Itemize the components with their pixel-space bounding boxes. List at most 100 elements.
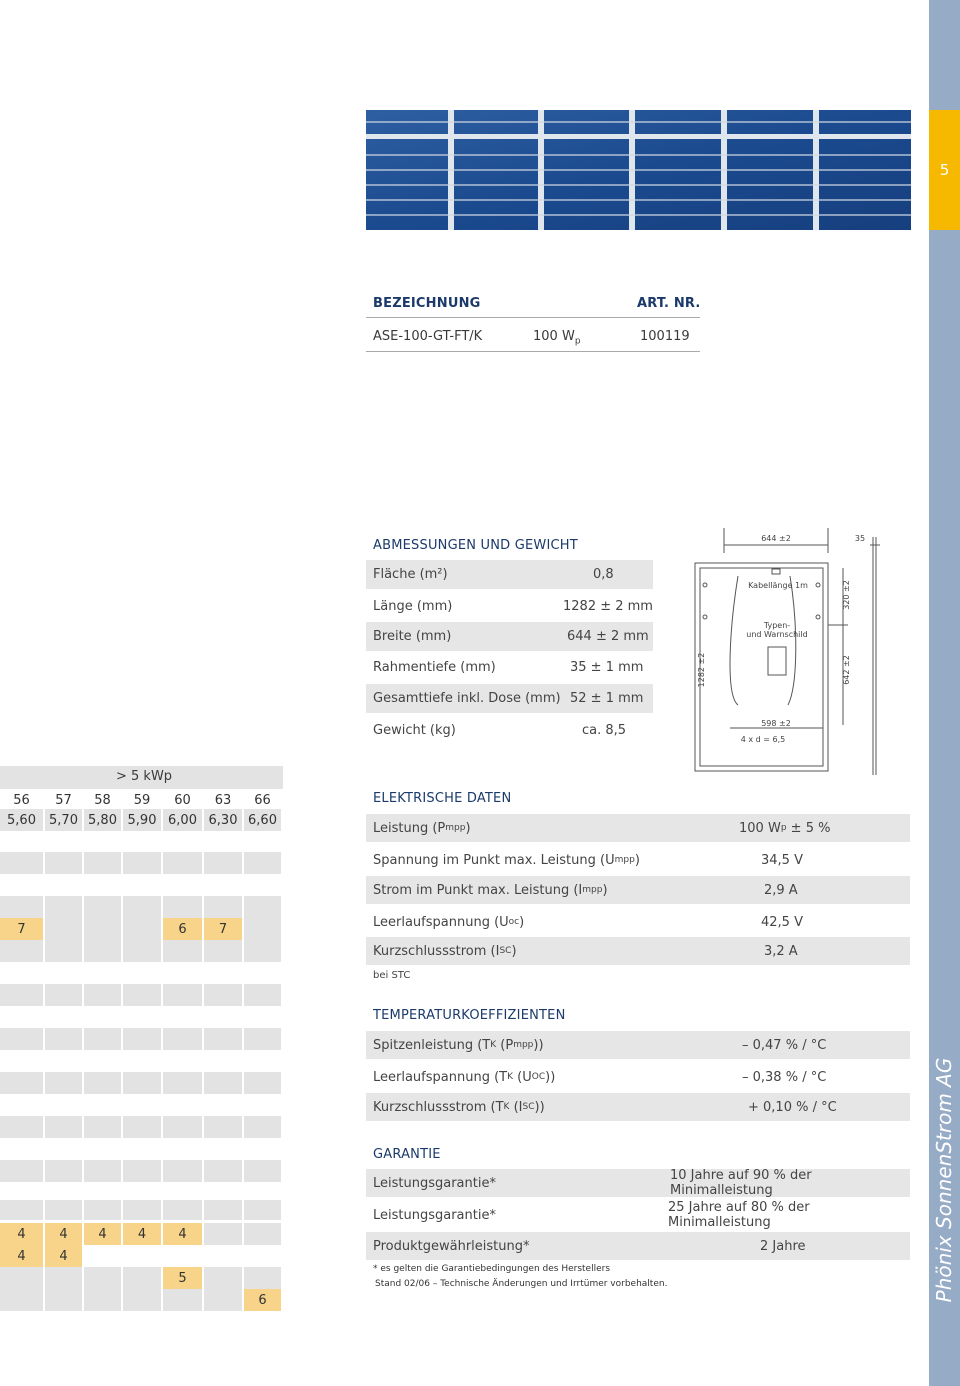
temperature-title: TEMPERATURKOEFFIZIENTEN — [373, 1008, 566, 1023]
warranty-label: Leistungsgarantie* — [373, 1207, 496, 1223]
drawing-inner-width-label: 598 ±2 — [761, 719, 791, 728]
left-table-cell: 6,60 — [244, 809, 283, 831]
dimensions-value: 1282 ± 2 mm — [563, 599, 653, 614]
left-table-empty-row — [0, 1028, 283, 1050]
electrical-row: Leerlaufspannung (U oc) 42,5 V — [366, 908, 910, 936]
dimensions-label: Rahmentiefe (mm) — [373, 660, 496, 675]
left-table-cell — [244, 1223, 283, 1245]
designation-header: BEZEICHNUNG — [373, 296, 481, 311]
left-table-cell — [45, 1289, 84, 1311]
warranty-label: Produktgewährleistung* — [373, 1238, 530, 1254]
dimensions-value: 0,8 — [593, 567, 614, 582]
temperature-label: Leerlaufspannung (T K (U OC)) — [373, 1069, 556, 1085]
left-table-empty-row — [0, 1116, 283, 1138]
temperature-value: – 0,38 % / °C — [742, 1069, 827, 1085]
electrical-label: Kurzschlussstrom (I SC) — [373, 943, 517, 959]
electrical-label: Strom im Punkt max. Leistung (I mpp) — [373, 882, 608, 898]
model-name: ASE-100-GT-FT/K — [373, 329, 483, 344]
left-table-cell — [204, 1267, 244, 1289]
left-table-empty-row — [0, 1160, 283, 1182]
temperature-label: Spitzenleistung (T K (P mpp)) — [373, 1037, 544, 1053]
left-table-cell — [123, 918, 163, 940]
drawing-cable-label: Kabellänge 1m — [748, 581, 808, 590]
left-table-cell — [84, 1267, 123, 1289]
dimensions-row: Rahmentiefe (mm) 35 ± 1 mm — [366, 653, 653, 682]
left-table-row: 5 — [0, 1267, 283, 1289]
left-table-cell: 4 — [0, 1223, 45, 1245]
brand-wordmark: Phönix SonnenStrom AG — [932, 1057, 956, 1303]
left-table-cell: 4 — [45, 1223, 84, 1245]
left-table-cell — [123, 1245, 163, 1267]
dimensions-row: Breite (mm) 644 ± 2 mm — [366, 622, 653, 651]
drawing-depth-label: 35 — [855, 534, 865, 543]
drawing-right-upper-label: 320 ±2 — [842, 580, 851, 610]
dimensions-value: ca. 8,5 — [582, 723, 627, 738]
left-table-cell — [0, 1267, 45, 1289]
left-table-empty-row — [0, 896, 283, 918]
left-table-empty-row — [0, 1072, 283, 1094]
left-table-cell — [204, 1245, 244, 1267]
left-table-row: 4 4 — [0, 1245, 283, 1267]
left-table-cell: 60 — [163, 789, 204, 811]
left-table-header: > 5 kWp — [0, 766, 283, 789]
art-nr-header: ART. NR. — [637, 296, 701, 311]
left-table-cell: 6 — [163, 918, 204, 940]
left-table-cell — [204, 1289, 244, 1311]
left-table-cell: 5,90 — [123, 809, 163, 831]
temperature-value: + 0,10 % / °C — [748, 1099, 837, 1115]
warranty-row: Leistungsgarantie* 10 Jahre auf 90 % der… — [366, 1168, 910, 1198]
left-table-cell: 6 — [244, 1289, 283, 1311]
left-table-row: 5,60 5,70 5,80 5,90 6,00 6,30 6,60 — [0, 809, 283, 831]
designation-divider-bottom — [366, 351, 700, 352]
left-table-cell — [0, 1289, 45, 1311]
left-table-cell — [84, 1289, 123, 1311]
warranty-stand-note: Stand 02/06 – Technische Änderungen und … — [375, 1279, 668, 1289]
designation-divider — [366, 317, 700, 318]
left-table-cell: 7 — [0, 918, 45, 940]
left-table-cell: 58 — [84, 789, 123, 811]
warranty-value: 25 Jahre auf 80 % der Minimalleistung — [668, 1200, 810, 1230]
electrical-value: 3,2 A — [764, 943, 798, 959]
model-power: 100 Wp — [533, 329, 581, 347]
dimensions-value: 35 ± 1 mm — [570, 660, 644, 675]
drawing-typen-line2: und Warnschild — [746, 630, 807, 639]
dimensions-value: 644 ± 2 mm — [567, 629, 649, 644]
left-table-cell — [244, 1267, 283, 1289]
left-table-empty-row — [0, 1200, 283, 1220]
module-technical-drawing: 644 ±2 35 Kabellänge 1m Typen- und Warns… — [694, 528, 880, 775]
electrical-label: Spannung im Punkt max. Leistung (U mpp) — [373, 852, 640, 868]
dimensions-label: Gesamttiefe inkl. Dose (mm) — [373, 691, 561, 706]
left-table-empty-row — [0, 852, 283, 874]
electrical-value: 100 Wp ± 5 % — [739, 820, 831, 836]
left-table-cell: 4 — [84, 1223, 123, 1245]
temperature-row: Kurzschlussstrom (T K (I SC)) + 0,10 % / °… — [366, 1093, 910, 1121]
left-table-cell: 59 — [123, 789, 163, 811]
dimensions-value: 52 ± 1 mm — [570, 691, 644, 706]
left-table-cell: 66 — [244, 789, 283, 811]
warranty-row: Produktgewährleistung* 2 Jahre — [366, 1232, 910, 1260]
left-table-cell — [244, 918, 283, 940]
dimensions-label: Fläche (m²) — [373, 567, 448, 582]
left-table-cell — [204, 1223, 244, 1245]
left-table-cell — [84, 1245, 123, 1267]
left-table-cell — [123, 1289, 163, 1311]
solar-module-photo — [366, 110, 911, 230]
left-table-row: 56 57 58 59 60 63 66 — [0, 789, 283, 811]
left-table-cell: 4 — [163, 1223, 204, 1245]
electrical-row: Strom im Punkt max. Leistung (I mpp) 2,9 … — [366, 876, 910, 904]
electrical-note: bei STC — [373, 970, 411, 981]
temperature-label: Kurzschlussstrom (T K (I SC)) — [373, 1099, 545, 1115]
left-table-cell: 5,80 — [84, 809, 123, 831]
dimensions-label: Breite (mm) — [373, 629, 452, 644]
warranty-title: GARANTIE — [373, 1147, 441, 1162]
left-table-cell: 6,30 — [204, 809, 244, 831]
drawing-width-label: 644 ±2 — [761, 534, 791, 543]
left-table-empty-row — [0, 940, 283, 962]
left-table-cell — [84, 918, 123, 940]
left-table-cell: 4 — [45, 1245, 84, 1267]
left-table-empty-row — [0, 984, 283, 1006]
left-table-row: 4 4 4 4 4 — [0, 1223, 283, 1245]
left-table-cell: 7 — [204, 918, 244, 940]
left-table-cell — [123, 1267, 163, 1289]
left-table-cell: 4 — [123, 1223, 163, 1245]
